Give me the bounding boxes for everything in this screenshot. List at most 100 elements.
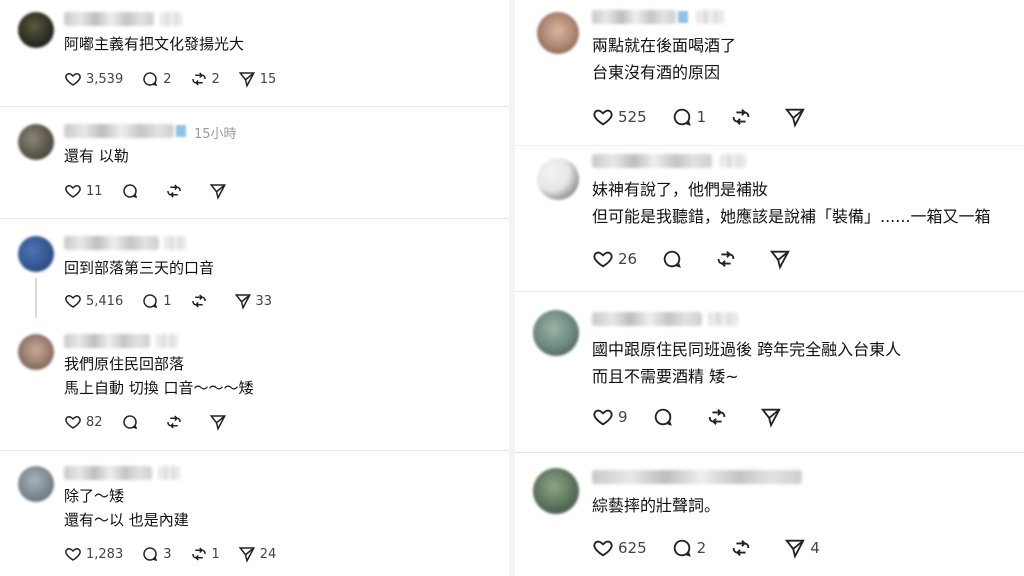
share-button[interactable]: 24 [238, 545, 276, 563]
repost-button[interactable]: 1 [190, 545, 220, 563]
divider [0, 450, 509, 451]
repost-count: 1 [211, 546, 220, 562]
comment-icon [143, 294, 158, 309]
repost-button[interactable] [730, 537, 752, 559]
repost-button[interactable] [730, 106, 752, 128]
like-count: 9 [618, 408, 628, 426]
share-icon [209, 415, 226, 431]
reply-count: 1 [163, 293, 172, 309]
share-button[interactable] [760, 406, 782, 428]
reply-button[interactable]: 2 [671, 537, 707, 559]
username[interactable] [592, 154, 712, 168]
comment-icon [673, 108, 691, 126]
column-separator [509, 0, 515, 576]
username[interactable] [64, 236, 159, 250]
comment-line: 我們原住民回部落 [64, 355, 185, 373]
comment-line: 除了～矮 [64, 487, 125, 505]
reply-count: 2 [696, 539, 707, 557]
comment-icon [673, 539, 691, 557]
reply-button[interactable] [121, 413, 139, 431]
action-bar: 3,539 2 2 15 [64, 70, 294, 88]
like-button[interactable]: 82 [64, 413, 103, 431]
repost-icon [191, 72, 206, 86]
share-button[interactable]: 33 [234, 292, 272, 310]
comment-line: 兩點就在後面喝酒了 [592, 36, 737, 55]
share-button[interactable] [784, 106, 806, 128]
comment-text: 還有 以勒 [64, 144, 129, 168]
comment-icon [143, 72, 158, 87]
repost-icon [732, 109, 750, 125]
avatar[interactable] [18, 124, 54, 160]
share-button[interactable] [209, 413, 227, 431]
username[interactable] [64, 334, 150, 348]
avatar[interactable] [18, 12, 54, 48]
comment-line: 回到部落第三天的口音 [64, 259, 215, 277]
comment-text: 國中跟原住民同班過後 跨年完全融入台東人 而且不需要酒精 矮~ [592, 336, 901, 390]
action-bar: 625 2 4 [592, 537, 844, 559]
comment-text: 回到部落第三天的口音 [64, 256, 214, 280]
reply-button[interactable]: 2 [141, 70, 172, 88]
divider [515, 291, 1024, 292]
share-button[interactable]: 4 [784, 537, 820, 559]
username[interactable] [592, 312, 702, 326]
timestamp-blurred [160, 12, 182, 26]
divider [0, 106, 509, 107]
avatar[interactable] [533, 468, 579, 514]
avatar[interactable] [18, 334, 54, 370]
like-button[interactable]: 9 [592, 406, 628, 428]
comment-icon [654, 408, 672, 426]
reply-button[interactable] [652, 406, 674, 428]
heart-icon [65, 184, 81, 198]
username[interactable] [64, 124, 174, 138]
share-button[interactable] [769, 248, 791, 270]
repost-icon [732, 540, 750, 556]
divider [0, 218, 509, 219]
timestamp-blurred [720, 154, 746, 168]
username[interactable] [592, 470, 802, 484]
action-bar: 5,416 1 33 [64, 292, 290, 310]
like-button[interactable]: 26 [592, 248, 637, 270]
reply-count: 2 [163, 71, 172, 87]
like-button[interactable]: 625 [592, 537, 647, 559]
like-button[interactable]: 11 [64, 182, 103, 200]
repost-icon [708, 409, 725, 425]
heart-icon [65, 294, 81, 308]
comment-text: 兩點就在後面喝酒了 台東沒有酒的原因 [592, 32, 736, 86]
heart-icon [593, 109, 613, 126]
avatar[interactable] [537, 158, 579, 200]
reply-button[interactable]: 1 [141, 292, 172, 310]
like-button[interactable]: 5,416 [64, 292, 123, 310]
username[interactable] [64, 12, 154, 26]
username[interactable] [64, 466, 152, 480]
like-button[interactable]: 525 [592, 106, 647, 128]
reply-count: 1 [696, 108, 707, 126]
repost-button[interactable]: 2 [190, 70, 220, 88]
action-bar: 26 [592, 248, 815, 270]
like-button[interactable]: 3,539 [64, 70, 123, 88]
reply-button[interactable] [121, 182, 139, 200]
repost-button[interactable] [165, 413, 183, 431]
comment-line: 台東沒有酒的原因 [592, 63, 721, 82]
repost-button[interactable] [706, 406, 728, 428]
timestamp-blurred [158, 466, 180, 480]
like-button[interactable]: 1,283 [64, 545, 123, 563]
reply-button[interactable]: 1 [671, 106, 707, 128]
timestamp-blurred [696, 10, 724, 24]
like-count: 525 [618, 108, 647, 126]
avatar[interactable] [18, 466, 54, 502]
repost-button[interactable] [190, 292, 208, 310]
share-button[interactable] [209, 182, 227, 200]
avatar[interactable] [537, 12, 579, 54]
share-button[interactable]: 15 [238, 70, 276, 88]
share-icon [238, 72, 255, 88]
timestamp-blurred [164, 236, 186, 250]
reply-button[interactable] [661, 248, 683, 270]
avatar[interactable] [18, 236, 54, 272]
avatar[interactable] [533, 310, 579, 356]
username[interactable] [592, 10, 676, 24]
comment-text: 妹神有說了，他們是補妝 但可能是我聽錯，她應該是說補「裝備」......一箱又一… [592, 176, 1024, 230]
reply-button[interactable]: 3 [141, 545, 172, 563]
like-count: 1,283 [86, 546, 124, 562]
repost-button[interactable] [165, 182, 183, 200]
repost-button[interactable] [715, 248, 737, 270]
